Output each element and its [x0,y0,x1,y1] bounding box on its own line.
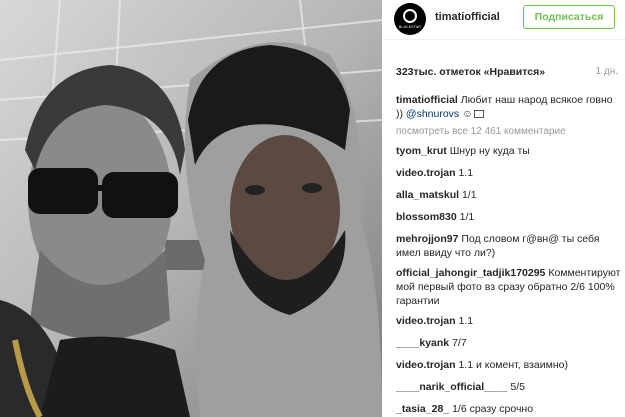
comment-username[interactable]: video.trojan [396,167,456,179]
comment-text: 7/7 [452,337,467,349]
comment-text: 1.1 и комент, взаимно) [458,359,568,371]
comment-item: blossom830 1/1 [396,210,621,224]
post-author-username[interactable]: timatiofficial [435,11,500,23]
comment-text: Шнур ну куда ты [449,145,530,157]
comment-username[interactable]: blossom830 [396,211,457,223]
comment-text: 1.1 [458,315,474,327]
comment-username[interactable]: ____kyank [396,337,449,349]
comment-text: 1.1 [458,167,474,179]
post-caption: timatiofficial Любит наш народ всякое го… [396,93,621,121]
follow-button[interactable]: Подписаться [523,5,615,29]
comment-text: 1/1 [461,189,477,201]
post-photo[interactable] [0,0,382,417]
logo-star-icon [403,9,417,23]
comment-item: tyom_krut Шнур ну куда ты [396,144,621,158]
comment-item: _tasia_28_ 1/6 сразу срочно [396,402,621,416]
post-header: BLACKSTAR timatiofficial Подписаться [382,0,625,40]
comment-username[interactable]: _tasia_28_ [396,403,449,415]
comment-item: video.trojan 1.1 [396,166,621,180]
comment-item: mehrojjon97 Под словом г@вн@ ты себя име… [396,232,621,260]
comment-username[interactable]: official_jahongir_tadjik170295 [396,267,545,279]
comment-username[interactable]: video.trojan [396,315,456,327]
comment-username[interactable]: alla_matskul [396,189,459,201]
likes-count[interactable]: 323тыс. отметок «Нравится» [396,66,545,78]
comment-username[interactable]: ____narik_official____ [396,381,508,393]
post-age[interactable]: 1 дн. [596,66,618,77]
comment-item: official_jahongir_tadjik170295 Комментир… [396,266,621,308]
comment-text: 1/1 [459,211,475,223]
comment-item: ____kyank 7/7 [396,336,621,350]
caption-mention[interactable]: @shnurovs [406,108,459,120]
comment-item: ____narik_official____ 5/5 [396,380,621,394]
comment-text: 1/6 сразу срочно [452,403,534,415]
post-meta: 323тыс. отметок «Нравится» 1 дн. [396,66,625,80]
comment-text: 5/5 [510,381,526,393]
smile-emoji-icon: ☺ [462,108,473,120]
post-side-panel: BLACKSTAR timatiofficial Подписаться 323… [382,0,625,417]
comment-username[interactable]: video.trojan [396,359,456,371]
load-more-comments-link[interactable]: посмотреть все 12 461 комментарие [396,126,621,137]
selfie-photo [0,0,382,417]
keyboard-emoji-icon [473,110,484,118]
comment-item: video.trojan 1.1 и комент, взаимно) [396,358,621,372]
comment-username[interactable]: mehrojjon97 [396,233,458,245]
comment-item: video.trojan 1.1 [396,314,621,328]
comments-list: timatiofficial Любит наш народ всякое го… [396,93,621,417]
avatar[interactable]: BLACKSTAR [394,3,426,35]
comment-username[interactable]: tyom_krut [396,145,447,157]
caption-username[interactable]: timatiofficial [396,94,458,106]
comment-item: alla_matskul 1/1 [396,188,621,202]
avatar-logo-text: BLACKSTAR [398,25,422,29]
